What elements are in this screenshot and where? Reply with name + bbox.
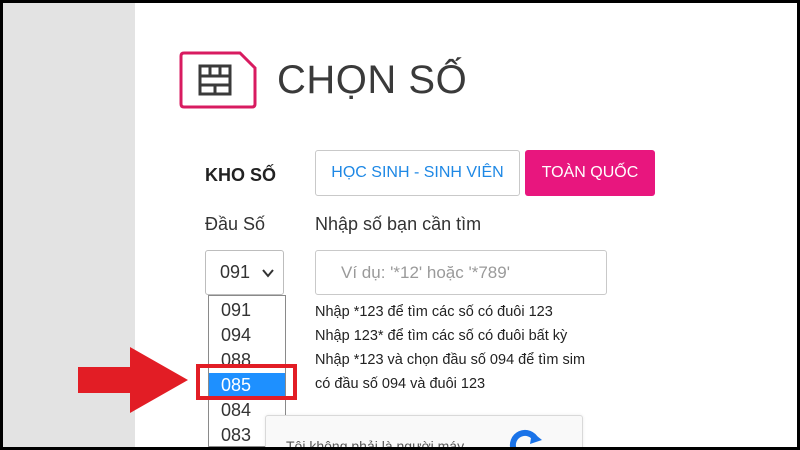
student-numbers-button[interactable]: HỌC SINH - SINH VIÊN bbox=[315, 150, 520, 196]
recaptcha-widget[interactable]: Tôi không phải là người máy bbox=[265, 415, 583, 447]
search-label: Nhập số bạn cần tìm bbox=[315, 214, 482, 234]
search-hint: Nhập *123 để tìm các số có đuôi 123 bbox=[315, 304, 553, 320]
kho-so-label: KHO SỐ bbox=[205, 165, 277, 185]
page-title: CHỌN SỐ bbox=[277, 58, 468, 102]
recaptcha-label: Tôi không phải là người máy bbox=[286, 438, 465, 447]
prefix-select[interactable]: 091 bbox=[205, 250, 284, 295]
search-hint: Nhập *123 và chọn đầu số 094 để tìm sim bbox=[315, 352, 586, 368]
prefix-select-value: 091 bbox=[220, 262, 251, 282]
right-arrow-icon bbox=[78, 347, 188, 413]
sim-card-icon bbox=[179, 51, 257, 109]
recaptcha-icon bbox=[509, 429, 542, 447]
search-hint: có đầu số 094 và đuôi 123 bbox=[315, 376, 486, 392]
highlight-box bbox=[196, 364, 297, 400]
prefix-label: Đầu Số bbox=[205, 214, 266, 234]
search-hint: Nhập 123* để tìm các số có đuôi bất kỳ bbox=[315, 328, 568, 344]
number-search-input[interactable] bbox=[315, 250, 607, 295]
prefix-option[interactable]: 094 bbox=[209, 323, 285, 348]
chevron-down-icon bbox=[262, 269, 274, 278]
prefix-option[interactable]: 091 bbox=[209, 298, 285, 323]
screenshot-frame: CHỌN SỐ KHO SỐ HỌC SINH - SINH VIÊN TOÀN… bbox=[3, 3, 797, 447]
nationwide-numbers-button[interactable]: TOÀN QUỐC bbox=[525, 150, 655, 196]
